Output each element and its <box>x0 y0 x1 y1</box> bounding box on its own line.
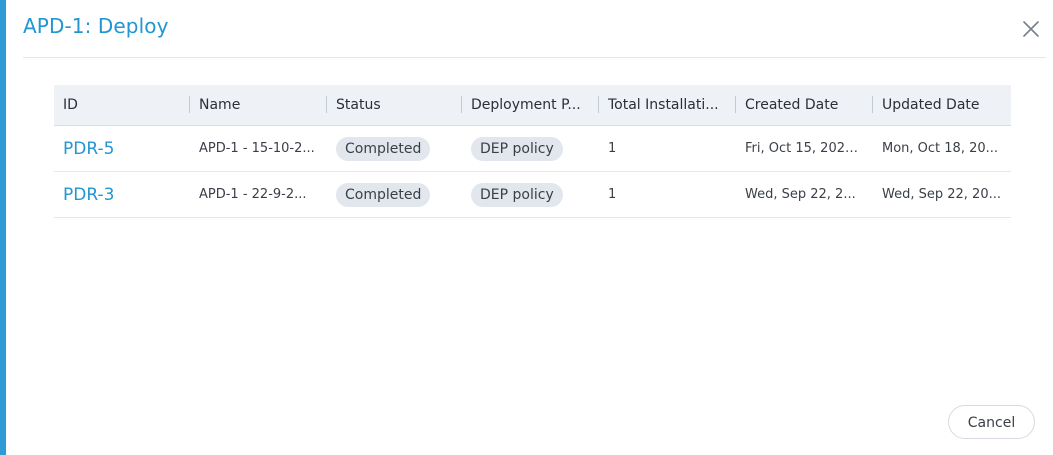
cell-created-date: Wed, Sep 22, 2... <box>745 187 856 202</box>
cell-deployment-policy: DEP policy <box>462 182 599 207</box>
cell-name: APD-1 - 15-10-2... <box>199 141 315 156</box>
deployments-table: ID Name Status Deployment P... Total Ins… <box>54 85 1011 218</box>
column-header-updated-date[interactable]: Updated Date <box>873 85 1011 125</box>
table-row[interactable]: PDR-5 APD-1 - 15-10-2... Completed DEP p… <box>54 126 1011 172</box>
column-header-name[interactable]: Name <box>190 85 327 125</box>
column-header-status[interactable]: Status <box>327 85 462 125</box>
cell-updated-date: Wed, Sep 22, 20... <box>882 187 1001 202</box>
policy-badge: DEP policy <box>471 136 563 161</box>
deployment-id-link[interactable]: PDR-3 <box>63 185 114 205</box>
cell-deployment-policy: DEP policy <box>462 136 599 161</box>
column-header-label: Status <box>336 97 381 113</box>
cancel-button[interactable]: Cancel <box>948 405 1035 439</box>
cell-status: Completed <box>327 182 462 207</box>
column-header-total-installations[interactable]: Total Installati... <box>599 85 736 125</box>
cell-created-date: Fri, Oct 15, 2021 ... <box>745 141 870 156</box>
column-header-label: Created Date <box>745 97 839 113</box>
column-header-id[interactable]: ID <box>54 85 190 125</box>
cell-status: Completed <box>327 136 462 161</box>
close-icon[interactable] <box>1020 18 1042 40</box>
header-divider <box>23 57 1046 58</box>
table-header: ID Name Status Deployment P... Total Ins… <box>54 85 1011 126</box>
cell-id: PDR-5 <box>54 139 190 159</box>
cell-total-installations: 1 <box>608 141 617 156</box>
modal-title: APD-1: Deploy <box>23 14 169 38</box>
status-badge: Completed <box>336 182 431 207</box>
table-row[interactable]: PDR-3 APD-1 - 22-9-2... Completed DEP po… <box>54 172 1011 218</box>
column-header-deployment-policy[interactable]: Deployment P... <box>462 85 599 125</box>
column-header-label: Total Installati... <box>608 97 719 113</box>
deployment-id-link[interactable]: PDR-5 <box>63 139 114 159</box>
cell-total-installations: 1 <box>608 187 617 202</box>
cell-id: PDR-3 <box>54 185 190 205</box>
column-header-created-date[interactable]: Created Date <box>736 85 873 125</box>
deploy-modal: APD-1: Deploy ID Name Status Deployment … <box>6 0 1046 455</box>
column-header-label: ID <box>63 97 78 113</box>
cell-name: APD-1 - 22-9-2... <box>199 187 307 202</box>
status-badge: Completed <box>336 136 431 161</box>
deploy-dialog-frame: APD-1: Deploy ID Name Status Deployment … <box>0 0 1053 455</box>
column-header-label: Updated Date <box>882 97 980 113</box>
column-header-label: Deployment P... <box>471 97 581 113</box>
column-header-label: Name <box>199 97 241 113</box>
policy-badge: DEP policy <box>471 182 563 207</box>
cell-updated-date: Mon, Oct 18, 20... <box>882 141 999 156</box>
